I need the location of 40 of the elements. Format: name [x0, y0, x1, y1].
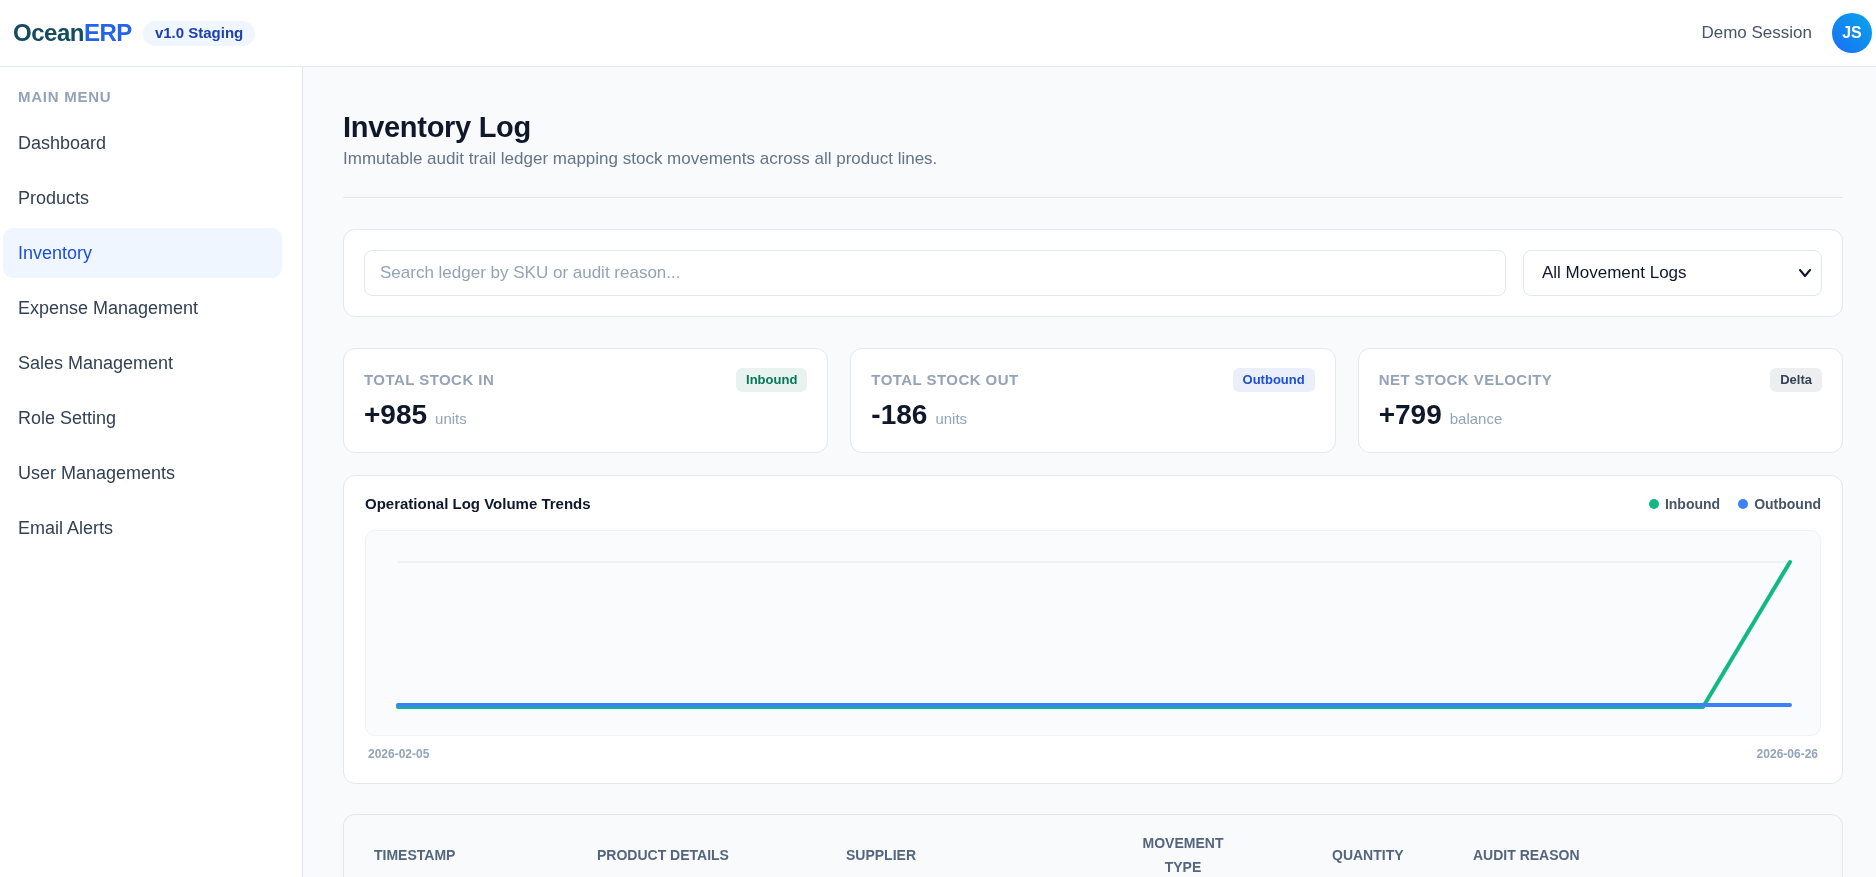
- stat-value: +985: [364, 398, 428, 432]
- column-header: TIMESTAMP: [374, 847, 456, 863]
- sidebar-item[interactable]: Role Setting: [3, 393, 282, 443]
- column-header: PRODUCT DETAILS: [597, 847, 729, 863]
- version-badge: v1.0 Staging: [142, 20, 256, 46]
- movement-filter-select[interactable]: All Movement Logs: [1523, 250, 1822, 296]
- stat-label: TOTAL STOCK OUT: [871, 369, 1019, 390]
- stat-label: NET STOCK VELOCITY: [1378, 369, 1553, 390]
- stat-value: -186: [871, 398, 928, 432]
- chevron-down-icon: [1799, 269, 1811, 277]
- column-header: AUDIT REASON: [1473, 847, 1580, 863]
- chart-title: Operational Log Volume Trends: [365, 493, 591, 514]
- page-title: Inventory Log: [343, 110, 532, 145]
- sidebar-item[interactable]: Sales Management: [3, 338, 282, 388]
- page-subtitle: Immutable audit trail ledger mapping stock movements across all product lines.: [343, 148, 939, 170]
- app-logo[interactable]: OceanERP: [13, 18, 132, 48]
- sidebar-item[interactable]: User Managements: [3, 448, 282, 498]
- search-field[interactable]: Search ledger by SKU or audit reason...: [364, 250, 1506, 296]
- sidebar-item[interactable]: Email Alerts: [3, 503, 282, 553]
- legend-label: Inbound: [1664, 494, 1721, 514]
- stat-badge: Delta: [1770, 368, 1822, 392]
- sidebar-item[interactable]: Dashboard: [3, 118, 282, 168]
- stat-badge: Inbound: [736, 368, 808, 392]
- sidebar-item[interactable]: Inventory: [3, 228, 282, 278]
- axis-date-label: 2026-06-26: [1756, 746, 1818, 762]
- axis-date-label: 2026-02-05: [368, 746, 430, 762]
- column-header: MOVEMENT TYPE: [1142, 835, 1224, 875]
- sidebar-item[interactable]: Products: [3, 173, 282, 223]
- stat-label: TOTAL STOCK IN: [364, 369, 495, 390]
- sidebar-item[interactable]: Expense Management: [3, 283, 282, 333]
- session-label: Demo Session: [1701, 22, 1812, 45]
- sidebar-section-label: MAIN MENU: [17, 87, 113, 107]
- column-header: SUPPLIER: [846, 847, 916, 863]
- stat-unit: balance: [1449, 409, 1503, 429]
- stat-unit: units: [935, 409, 968, 429]
- column-header: QUANTITY: [1332, 847, 1404, 863]
- stat-value: +799: [1378, 398, 1442, 432]
- stat-unit: units: [435, 409, 467, 429]
- stat-badge: Outbound: [1232, 368, 1315, 392]
- legend-label: Outbound: [1754, 494, 1821, 514]
